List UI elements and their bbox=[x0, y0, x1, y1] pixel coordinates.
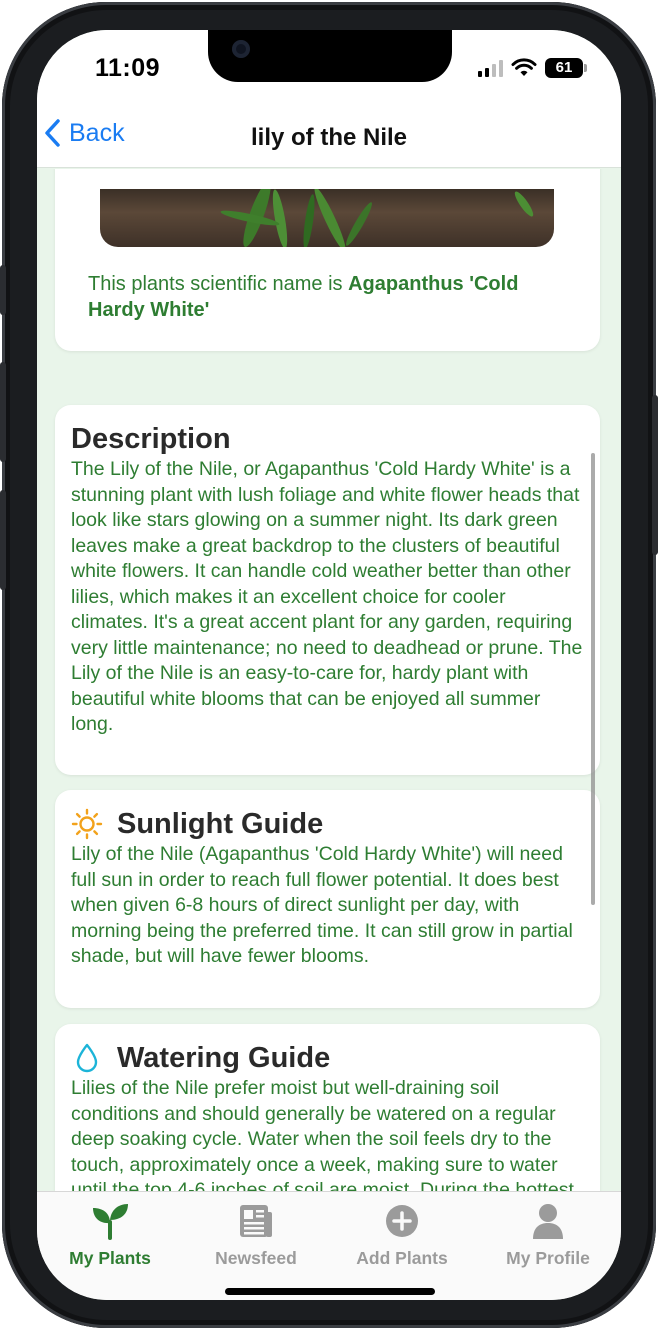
mute-switch bbox=[0, 265, 6, 315]
plant-header-card: This plants scientific name is Agapanthu… bbox=[55, 169, 600, 351]
tab-my-profile-label: My Profile bbox=[506, 1248, 590, 1268]
navigation-bar: Back lily of the Nile bbox=[37, 110, 621, 168]
tab-bar: My Plants Newsfeed Add Plants My Profile bbox=[37, 1191, 621, 1300]
description-card: Description The Lily of the Nile, or Aga… bbox=[55, 405, 600, 775]
sunlight-guide-card: Sunlight Guide Lily of the Nile (Agapant… bbox=[55, 790, 600, 1008]
watering-heading: Watering Guide bbox=[71, 1042, 584, 1074]
sunlight-heading: Sunlight Guide bbox=[71, 808, 584, 840]
app-screen: 11:09 61 Back lily of the Nile This plan… bbox=[37, 30, 621, 1300]
sunlight-body: Lily of the Nile (Agapanthus 'Cold Hardy… bbox=[71, 843, 573, 967]
vertical-scrollbar[interactable] bbox=[591, 453, 595, 905]
watering-heading-text: Watering Guide bbox=[117, 1042, 331, 1074]
sprout-icon bbox=[93, 1204, 128, 1240]
tab-add-plants-label: Add Plants bbox=[356, 1248, 448, 1268]
power-button bbox=[652, 395, 658, 555]
tab-newsfeed-label: Newsfeed bbox=[215, 1248, 297, 1268]
plant-detail-scroll[interactable]: This plants scientific name is Agapanthu… bbox=[37, 169, 621, 1191]
description-heading: Description bbox=[71, 423, 584, 455]
scientific-name-text: This plants scientific name is Agapanthu… bbox=[88, 271, 578, 323]
battery-indicator: 61 bbox=[545, 58, 587, 78]
tab-my-profile[interactable]: My Profile bbox=[475, 1192, 621, 1300]
sun-icon bbox=[71, 808, 103, 840]
cellular-signal-icon bbox=[478, 59, 503, 77]
tab-my-plants-label: My Plants bbox=[69, 1248, 151, 1268]
tab-add-plants[interactable]: Add Plants bbox=[329, 1192, 475, 1300]
person-icon bbox=[533, 1204, 563, 1239]
status-icons: 61 bbox=[478, 58, 587, 78]
wifi-icon bbox=[511, 58, 537, 76]
plant-photo bbox=[100, 189, 554, 247]
watering-guide-card: Watering Guide Lilies of the Nile prefer… bbox=[55, 1024, 600, 1191]
plus-circle-icon bbox=[386, 1205, 418, 1237]
front-camera bbox=[232, 40, 250, 58]
home-indicator[interactable] bbox=[225, 1288, 435, 1295]
tab-newsfeed[interactable]: Newsfeed bbox=[183, 1192, 329, 1300]
water-drop-icon bbox=[76, 1043, 98, 1073]
volume-down-button bbox=[0, 490, 6, 590]
description-body: The Lily of the Nile, or Agapanthus 'Col… bbox=[71, 458, 583, 735]
newspaper-icon bbox=[240, 1205, 272, 1237]
scientific-name-prefix: This plants scientific name is bbox=[88, 273, 349, 295]
status-time: 11:09 bbox=[95, 54, 161, 82]
status-bar: 11:09 61 bbox=[37, 30, 621, 110]
watering-body: Lilies of the Nile prefer moist but well… bbox=[71, 1077, 574, 1191]
page-title: lily of the Nile bbox=[250, 124, 408, 151]
sunlight-heading-text: Sunlight Guide bbox=[117, 808, 324, 840]
tab-my-plants[interactable]: My Plants bbox=[37, 1192, 183, 1300]
description-heading-text: Description bbox=[71, 423, 231, 455]
volume-up-button bbox=[0, 362, 6, 462]
